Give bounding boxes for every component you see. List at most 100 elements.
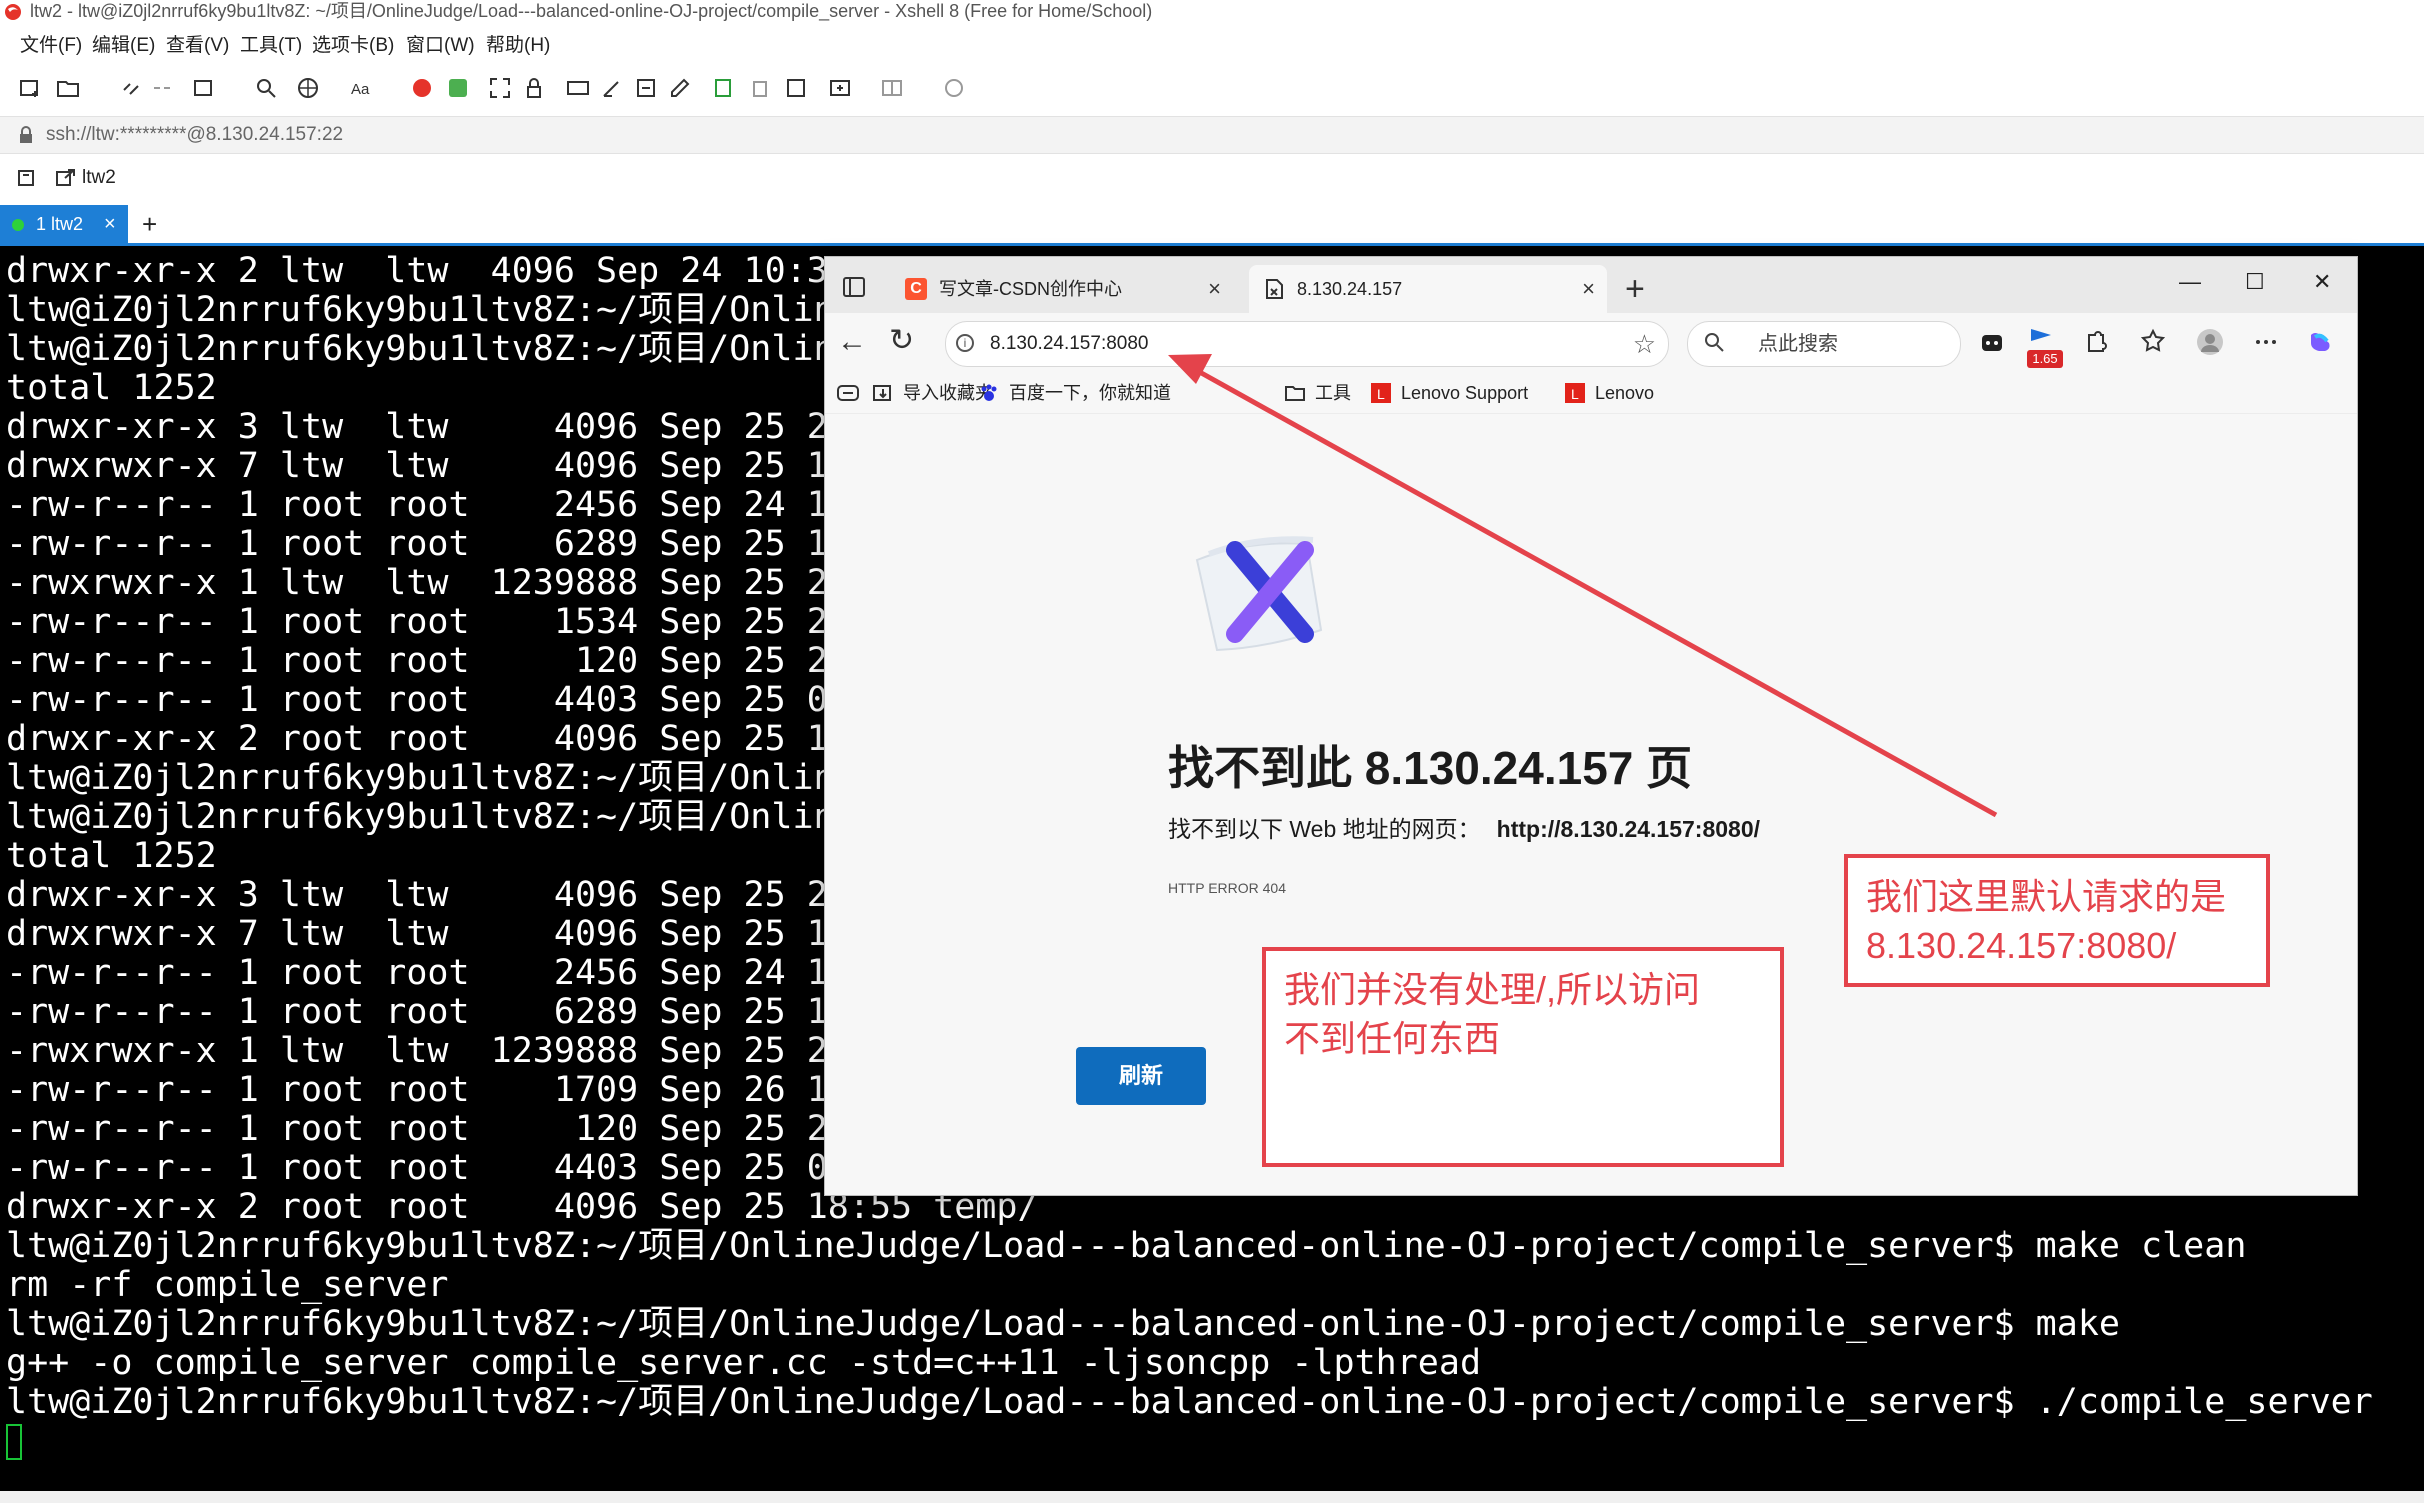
session-bar: ltw2: [0, 160, 2424, 196]
toolbar: Aa: [0, 68, 2424, 108]
favorite-star-icon[interactable]: ☆: [1633, 322, 1656, 366]
browser-tab-strip: C 写文章-CSDN创作中心 × 8.130.24.157 × + — ☐ ✕: [825, 257, 2357, 313]
terminal-line: -rw-r--r-- 1 root root 4403 Sep 25 09:59: [6, 1148, 913, 1188]
extensions-puzzle-icon[interactable]: [2081, 327, 2111, 357]
lock-icon[interactable]: [522, 76, 546, 100]
menu-help[interactable]: 帮助(H): [486, 30, 550, 62]
transfer-icon[interactable]: [634, 76, 658, 100]
compose-icon[interactable]: [668, 76, 692, 100]
close-tab-icon[interactable]: ×: [1208, 265, 1221, 313]
refresh-button[interactable]: 刷新: [1076, 1047, 1206, 1105]
terminal-line: -rwxrwxr-x 1 ltw ltw 1239888 Sep 25 20:5…: [6, 1031, 913, 1071]
browser-tab-csdn[interactable]: C 写文章-CSDN创作中心 ×: [891, 265, 1233, 313]
copy-icon[interactable]: [748, 76, 772, 100]
add-tab-icon[interactable]: [828, 76, 852, 100]
session-manager-icon[interactable]: [18, 169, 38, 187]
xshell-app-icon[interactable]: [410, 76, 434, 100]
favorite-lenovo-support[interactable]: L Lenovo Support: [1371, 373, 1528, 413]
lenovo-icon: L: [1565, 383, 1585, 403]
menu-file[interactable]: 文件(F): [20, 30, 82, 62]
favorite-label: Lenovo: [1595, 383, 1655, 403]
search-placeholder: 点此搜索: [1758, 333, 1838, 355]
back-icon[interactable]: ←: [837, 327, 867, 357]
search-box[interactable]: 点此搜索: [1687, 321, 1961, 367]
error-description-text: 找不到以下 Web 地址的网页：: [1168, 816, 1481, 842]
terminal-line: -rw-r--r-- 1 root root 6289 Sep 25 18:50: [6, 524, 913, 564]
terminal-line: drwxr-xr-x 3 ltw ltw 4096 Sep 25 20:51: [6, 407, 913, 447]
copilot-icon[interactable]: [2305, 327, 2335, 357]
log-icon[interactable]: [712, 76, 736, 100]
layout-icon[interactable]: [880, 76, 904, 100]
close-tab-icon[interactable]: ×: [1582, 265, 1595, 313]
terminal-line: drwxr-xr-x 2 root root 4096 Sep 25 18:55: [6, 719, 913, 759]
terminal-line: drwxr-xr-x 3 ltw ltw 4096 Sep 25 20:51: [6, 875, 913, 915]
profile-avatar-icon[interactable]: [2195, 327, 2225, 357]
terminal-line: ltw@iZ0jl2nrruf6ky9bu1ltv8Z:~/项目/OnlineJ…: [6, 329, 898, 369]
terminal-line: -rw-r--r-- 1 root root 1709 Sep 26 18:52: [6, 1070, 913, 1110]
find-icon[interactable]: [254, 76, 278, 100]
script-icon[interactable]: [600, 76, 624, 100]
session-tab-ltw2[interactable]: 1 ltw2 ×: [0, 205, 128, 243]
favorite-tools-folder[interactable]: 工具: [1285, 373, 1351, 413]
terminal-line: total 1252: [6, 836, 217, 876]
extension-cat-icon[interactable]: [1977, 327, 2007, 357]
lenovo-icon: L: [1371, 383, 1391, 403]
session-name[interactable]: ltw2: [82, 160, 116, 196]
favorites-list-icon[interactable]: [2141, 327, 2171, 357]
minimize-button[interactable]: —: [2179, 267, 2201, 297]
terminal-line: ltw@iZ0jl2nrruf6ky9bu1ltv8Z:~/项目/OnlineJ…: [6, 1382, 2373, 1422]
address-bar[interactable]: i 8.130.24.157:8080 ☆: [945, 321, 1669, 367]
reload-icon[interactable]: ↻: [889, 325, 914, 357]
open-folder-icon[interactable]: [56, 76, 80, 100]
terminal-line: g++ -o compile_server compile_server.cc …: [6, 1343, 1482, 1383]
tab-actions-icon[interactable]: [843, 277, 865, 297]
close-tab-icon[interactable]: ×: [104, 205, 116, 243]
favorite-lenovo[interactable]: L Lenovo: [1565, 373, 1654, 413]
page-error-favicon-icon: [1266, 279, 1283, 299]
menu-view[interactable]: 查看(V): [166, 30, 229, 62]
favorite-baidu[interactable]: 百度一下，你就知道: [979, 373, 1171, 413]
xftp-icon[interactable]: [446, 76, 470, 100]
import-favorites-icon: [873, 385, 891, 401]
terminal-line: drwxrwxr-x 7 ltw ltw 4096 Sep 25 17:49: [6, 914, 913, 954]
terminal-line: -rw-r--r-- 1 root root 1534 Sep 25 20:20: [6, 602, 913, 642]
new-session-icon[interactable]: [18, 76, 42, 100]
menu-bar: 文件(F) 编辑(E) 查看(V) 工具(T) 选项卡(B) 窗口(W) 帮助(…: [0, 30, 2424, 62]
terminal-line: -rw-r--r-- 1 root root 2456 Sep 24 16:27: [6, 485, 913, 525]
browser-tab-active[interactable]: 8.130.24.157 ×: [1249, 265, 1607, 313]
menu-tools[interactable]: 工具(T): [240, 30, 302, 62]
maximize-button[interactable]: ☐: [2245, 267, 2265, 297]
globe-icon[interactable]: [296, 76, 320, 100]
session-address: ssh://ltw:*********@8.130.24.157:22: [46, 124, 344, 145]
close-window-button[interactable]: ✕: [2313, 267, 2331, 297]
session-address-bar[interactable]: ssh://ltw:*********@8.130.24.157:22: [0, 116, 2424, 154]
paste-icon[interactable]: [784, 76, 808, 100]
disconnect-icon[interactable]: [150, 76, 174, 100]
terminal-line: drwxrwxr-x 7 ltw ltw 4096 Sep 25 17:49: [6, 446, 913, 486]
session-tabs: 1 ltw2 × +: [0, 205, 2424, 246]
menu-tabs[interactable]: 选项卡(B): [312, 30, 394, 62]
fullscreen-icon[interactable]: [488, 76, 512, 100]
favorite-import[interactable]: 导入收藏夹: [873, 373, 993, 413]
favorite-label: 百度一下，你就知道: [1009, 383, 1171, 403]
xshell-title-bar: ltw2 - ltw@iZ0jl2nrruf6ky9bu1ltv8Z: ~/项目…: [0, 0, 2424, 24]
chat-icon[interactable]: [942, 76, 966, 100]
font-icon[interactable]: Aa: [350, 76, 374, 100]
terminal-line: -rw-r--r-- 1 root root 120 Sep 25 20:33: [6, 641, 913, 681]
terminal-line: ltw@iZ0jl2nrruf6ky9bu1ltv8Z:~/项目/OnlineJ…: [6, 797, 898, 837]
terminal-line: total 1252: [6, 368, 217, 408]
menu-window[interactable]: 窗口(W): [406, 30, 475, 62]
connect-icon[interactable]: [120, 76, 144, 100]
add-session-tab-button[interactable]: +: [142, 205, 157, 243]
reading-mode-icon[interactable]: [837, 385, 859, 401]
more-options-icon[interactable]: [2251, 327, 2281, 357]
keyboard-icon[interactable]: [566, 76, 590, 100]
open-external-icon[interactable]: [56, 169, 76, 187]
properties-icon[interactable]: [192, 76, 216, 100]
site-info-icon[interactable]: i: [956, 334, 974, 352]
menu-edit[interactable]: 编辑(E): [92, 30, 155, 62]
new-tab-button[interactable]: +: [1625, 265, 1645, 313]
error-code: HTTP ERROR 404: [1168, 880, 1286, 896]
favorite-label: 工具: [1315, 383, 1351, 403]
extension-flag-icon[interactable]: [2027, 323, 2057, 353]
